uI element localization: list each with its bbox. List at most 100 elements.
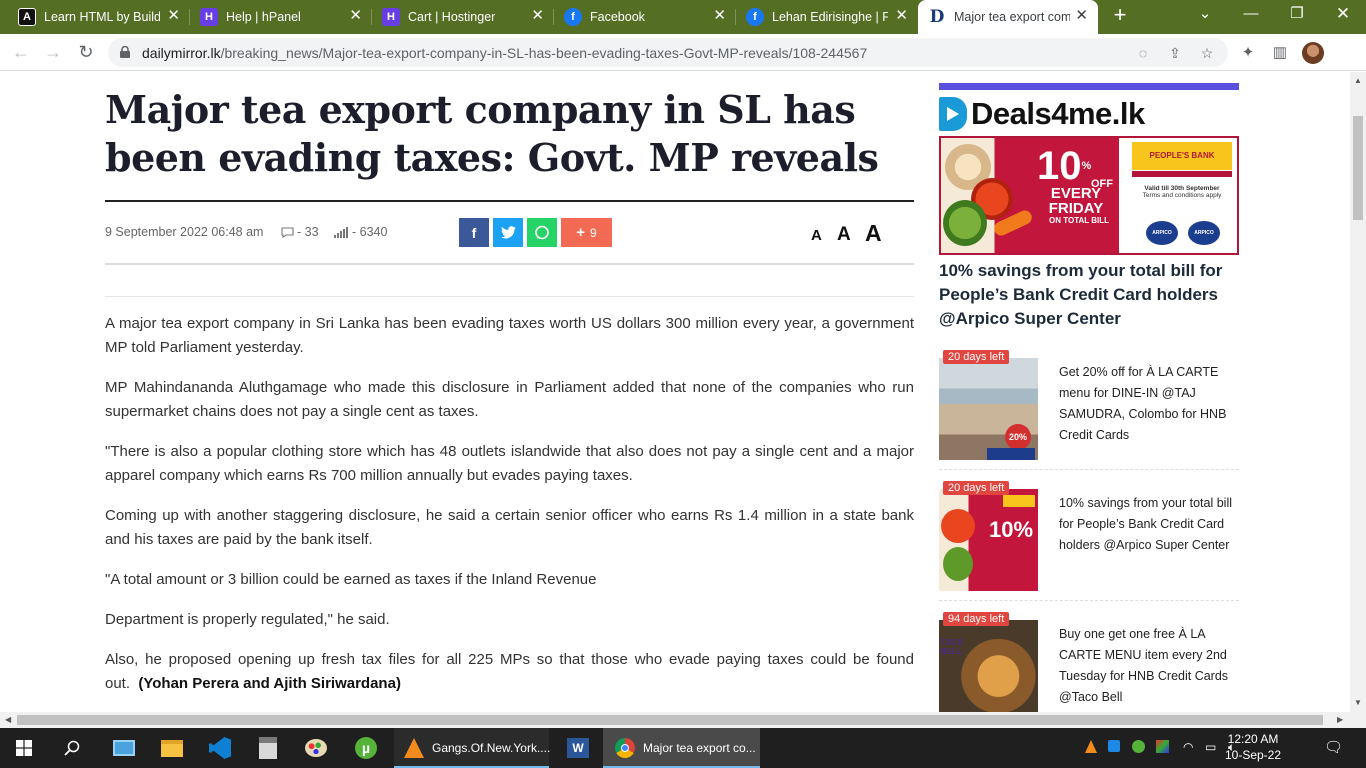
font-size-large-button[interactable]: A: [865, 220, 882, 247]
close-tab-icon[interactable]: ✕: [167, 8, 180, 24]
notifications-icon[interactable]: 🗨︎: [1324, 738, 1343, 756]
scroll-down-arrow-icon[interactable]: ▼: [1354, 698, 1362, 707]
font-size-small-button[interactable]: A: [811, 227, 822, 244]
tab-title: Learn HTML by Building: [44, 10, 160, 24]
vertical-scroll-thumb[interactable]: [1353, 116, 1363, 220]
arpico-supercentre-logo: ARPICO SUPERCENTRE: [1146, 221, 1178, 245]
close-tab-icon[interactable]: ✕: [1075, 8, 1088, 24]
greens-image: [943, 547, 973, 581]
lock-icon[interactable]: [120, 46, 130, 58]
windows-start-icon[interactable]: [6, 728, 42, 768]
eye-off-icon[interactable]: ◌: [1134, 44, 1152, 62]
paint-icon[interactable]: [296, 728, 336, 768]
article-byline: (Yohan Perera and Ajith Siriwardana): [138, 675, 401, 692]
utorrent-icon[interactable]: µ: [346, 728, 386, 768]
vlc-cone-icon: [404, 738, 424, 758]
tab-title: Lehan Edirisinghe | Fa: [772, 10, 888, 24]
share-twitter-button[interactable]: [493, 218, 523, 247]
plus-icon: +: [576, 224, 586, 241]
close-tab-icon[interactable]: ✕: [349, 8, 362, 24]
tray-utorrent-icon[interactable]: [1132, 740, 1145, 756]
vlc-tray-icon[interactable]: [1085, 740, 1097, 756]
taskbar-app-label: Gangs.Of.New.York....: [432, 741, 551, 755]
back-button[interactable]: ←: [10, 41, 32, 63]
whatsapp-icon: [535, 225, 549, 239]
tomato-image: [941, 509, 975, 543]
tab-learn-html[interactable]: A Learn HTML by Building ✕: [8, 0, 190, 34]
close-window-button[interactable]: ✕: [1320, 0, 1366, 30]
file-explorer-icon[interactable]: [152, 728, 192, 768]
tab-title: Cart | Hostinger: [408, 10, 496, 24]
bookmark-star-icon[interactable]: ☆: [1198, 44, 1216, 62]
favicon-icon: H: [382, 8, 400, 26]
close-tab-icon[interactable]: ✕: [531, 8, 544, 24]
new-tab-button[interactable]: +: [1109, 4, 1131, 27]
scroll-right-arrow-icon[interactable]: ▶: [1337, 715, 1343, 724]
profile-avatar[interactable]: [1302, 42, 1324, 64]
headline-divider: [105, 200, 914, 202]
tab-hostinger-cart[interactable]: H Cart | Hostinger ✕: [372, 0, 554, 34]
taskbar-clock[interactable]: 12:20 AM 10-Sep-22: [1222, 731, 1284, 763]
tray-colorful-icon[interactable]: [1156, 740, 1169, 756]
banner-percent: 10% OFF: [1037, 146, 1113, 190]
taskbar-app-vlc[interactable]: Gangs.Of.New.York....: [394, 728, 551, 768]
close-tab-icon[interactable]: ✕: [713, 8, 726, 24]
offer-divider: [939, 600, 1239, 601]
side-panel-icon[interactable]: ▥: [1270, 43, 1290, 63]
tab-title: Facebook: [590, 10, 645, 24]
font-size-medium-button[interactable]: A: [837, 224, 851, 246]
vscode-icon[interactable]: [200, 728, 240, 768]
reload-button[interactable]: ↻: [75, 41, 97, 63]
signal-bars-icon: [334, 226, 348, 238]
scroll-up-arrow-icon[interactable]: ▲: [1354, 76, 1362, 85]
share-whatsapp-button[interactable]: [527, 218, 557, 247]
offer-card[interactable]: 20 days left 20% Get 20% off for À LA CA…: [939, 350, 1239, 470]
page-content: Major tea export company in SL has been …: [0, 72, 1350, 712]
comment-icon: [281, 226, 294, 238]
discount-badge: 20%: [1005, 424, 1031, 450]
share-more-button[interactable]: +9: [561, 218, 612, 247]
tray-app-icon[interactable]: [1108, 740, 1120, 755]
tab-search-chevron-icon[interactable]: ⌄: [1182, 0, 1228, 30]
extensions-puzzle-icon[interactable]: ✦: [1238, 43, 1258, 63]
word-icon[interactable]: W: [556, 728, 600, 768]
scroll-left-arrow-icon[interactable]: ◀: [5, 715, 11, 724]
offer-divider: [939, 469, 1239, 470]
banner-line-friday: FRIDAY: [1048, 200, 1104, 217]
featured-deal-title[interactable]: 10% savings from your total bill for Peo…: [939, 259, 1239, 331]
taskbar-app-chrome[interactable]: Major tea export co...: [603, 728, 760, 768]
offer-card[interactable]: 94 days left TACO BELL Buy one get one f…: [939, 612, 1239, 712]
tab-title: Major tea export com: [954, 10, 1070, 24]
share-icon[interactable]: ⇪: [1166, 44, 1184, 62]
horizontal-scroll-thumb[interactable]: [17, 715, 1323, 725]
address-bar[interactable]: dailymirror.lk/breaking_news/Major-tea-e…: [108, 38, 1228, 67]
comments-count[interactable]: - 33: [281, 225, 319, 239]
article-paragraph: Department is properly regulated," he sa…: [105, 611, 390, 628]
forward-button[interactable]: →: [42, 41, 64, 63]
tab-facebook[interactable]: f Facebook ✕: [554, 0, 736, 34]
wifi-icon[interactable]: ◠: [1183, 740, 1193, 754]
facebook-icon: f: [564, 8, 582, 26]
banner-on-total-bill: ON TOTAL BILL: [1049, 216, 1109, 225]
offer-card[interactable]: 20 days left 10% 10% savings from your t…: [939, 481, 1239, 601]
deals4me-logo[interactable]: Deals4me.lk: [939, 96, 1145, 132]
arpico-offer-banner[interactable]: 10% OFF EVERY FRIDAY ON TOTAL BILL PEOPLE'…: [939, 136, 1239, 255]
share-facebook-button[interactable]: f: [459, 218, 489, 247]
restore-button[interactable]: ❐: [1274, 0, 1320, 30]
battery-icon[interactable]: ▭: [1205, 740, 1216, 754]
arpico-offer-thumbnail: 10%: [939, 489, 1038, 591]
url-text[interactable]: dailymirror.lk/breaking_news/Major-tea-e…: [142, 45, 867, 61]
minimize-button[interactable]: —: [1228, 0, 1274, 30]
close-tab-icon[interactable]: ✕: [895, 8, 908, 24]
tab-hpanel[interactable]: H Help | hPanel ✕: [190, 0, 372, 34]
banner-valid-text: Valid till 30th September: [1144, 185, 1220, 192]
facebook-icon: f: [471, 224, 477, 241]
banner-validity: Valid till 30th September Terms and cond…: [1131, 185, 1233, 199]
this-pc-icon[interactable]: [104, 728, 144, 768]
article-paragraph: MP Mahindananda Aluthgamage who made thi…: [105, 379, 914, 420]
tab-active-dailymirror[interactable]: D Major tea export com ✕: [918, 0, 1098, 34]
offer-text: Buy one get one free À LA CARTE MENU ite…: [1059, 627, 1229, 704]
calculator-icon[interactable]: [248, 728, 288, 768]
tab-lehan-facebook[interactable]: f Lehan Edirisinghe | Fa ✕: [736, 0, 918, 34]
search-icon[interactable]: [54, 728, 90, 768]
